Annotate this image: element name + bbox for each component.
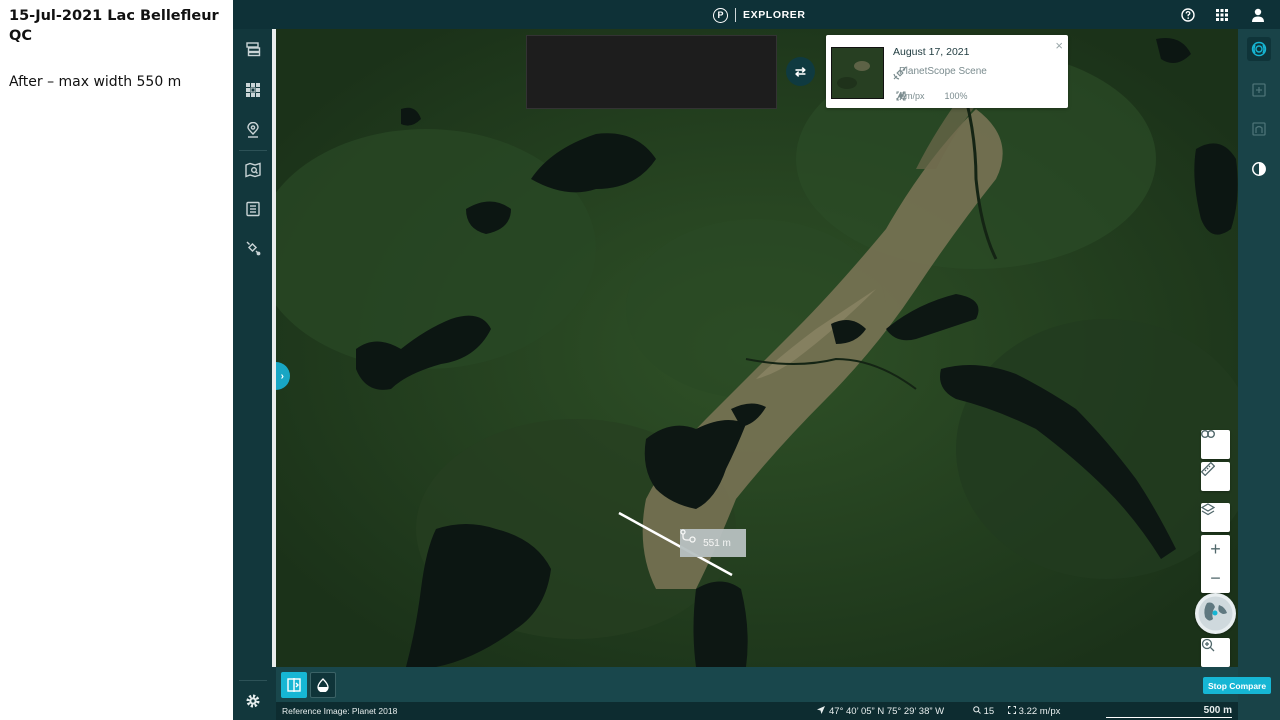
location-arrow-icon [817, 706, 825, 717]
scale-bar: 500 m [1106, 705, 1232, 718]
scene-date: August 17, 2021 [893, 46, 970, 58]
globe-icon [1198, 596, 1233, 631]
slide-caption: 15-Jul-2021 Lac Bellefleur QC After – ma… [0, 0, 233, 720]
swap-arrows-icon: ⇄ [795, 63, 806, 79]
redacted-box [526, 35, 777, 109]
explorer-app: P EXPLORER ⇄ August 17, 2021 PlanetScope… [233, 0, 1280, 720]
coordinates: 47° 40’ 05” N 75° 29’ 38” W [817, 706, 944, 717]
measure-tool-button[interactable] [1201, 462, 1230, 491]
close-icon[interactable]: × [1055, 38, 1063, 53]
analysis-icon[interactable] [1247, 117, 1271, 141]
resolution-frame-icon [1008, 706, 1019, 717]
globe-view-button[interactable] [1195, 593, 1236, 634]
nav-list-panel-icon[interactable] [243, 199, 263, 219]
map-resolution-value: 3.22 m/px [1018, 706, 1061, 717]
contrast-adjust-icon[interactable] [1247, 157, 1271, 181]
opacity-button[interactable] [310, 672, 336, 698]
brand-divider [735, 8, 736, 22]
app-name: EXPLORER [743, 9, 806, 21]
scene-thumbnail[interactable] [831, 47, 884, 99]
map-resolution: 3.22 m/px [1008, 706, 1060, 717]
satellite-map[interactable]: ⇄ August 17, 2021 PlanetScope Scene 3m/p… [276, 29, 1238, 667]
measurement-value: 551 m [703, 537, 731, 549]
stop-compare-button[interactable]: Stop Compare [1203, 677, 1272, 694]
user-account-icon[interactable] [1248, 5, 1268, 25]
zoom-controls: + − [1201, 535, 1230, 593]
satellite-imagery [276, 29, 1238, 667]
right-panel [1238, 29, 1280, 720]
scene-meta: 3m/px 100% [896, 91, 968, 101]
droplet-icon [317, 678, 329, 692]
link-icon [1201, 430, 1215, 438]
compare-mode-icon[interactable] [1247, 37, 1271, 61]
nav-layers-stack-icon[interactable] [243, 39, 263, 59]
zoom-to-area-button[interactable] [1201, 638, 1230, 667]
help-icon[interactable] [1178, 5, 1198, 25]
export-icon[interactable] [1247, 78, 1271, 102]
ruler-icon [1201, 462, 1215, 476]
scene-info-card[interactable]: August 17, 2021 PlanetScope Scene 3m/px … [826, 35, 1068, 108]
zoom-in-button[interactable]: + [1201, 535, 1230, 564]
nav-divider [239, 150, 267, 151]
status-bar: Reference Image: Planet 2018 47° 40’ 05”… [276, 702, 1238, 720]
layers-icon [1201, 503, 1215, 516]
apps-grid-icon[interactable] [1212, 5, 1232, 25]
planet-logo-icon: P [713, 7, 728, 23]
zoom-level: 15 [973, 706, 994, 717]
nav-location-pin-icon[interactable] [243, 120, 263, 140]
brand: P EXPLORER [713, 6, 806, 24]
nav-divider-bottom [239, 680, 267, 681]
split-view-icon [287, 678, 301, 692]
top-bar: P EXPLORER [233, 0, 1280, 29]
scene-type: PlanetScope Scene [893, 66, 987, 80]
scene-coverage: 100% [944, 91, 968, 101]
slide-subtitle: After – max width 550 m [9, 74, 182, 90]
zoom-out-button[interactable]: − [1201, 564, 1230, 593]
scene-type-label: PlanetScope Scene [899, 66, 987, 77]
nav-mosaic-grid-icon[interactable] [243, 80, 263, 100]
reference-image-label: Reference Image: Planet 2018 [282, 706, 398, 716]
search-icon [973, 706, 984, 717]
nav-map-search-icon[interactable] [243, 160, 263, 180]
magnifier-plus-icon [1201, 638, 1215, 652]
zoom-level-value: 15 [983, 706, 995, 717]
chevron-right-icon: › [280, 370, 284, 382]
bottom-toolbar: Stop Compare [276, 667, 1272, 702]
coordinates-value: 47° 40’ 05” N 75° 29’ 38” W [829, 706, 945, 717]
split-compare-button[interactable] [281, 672, 307, 698]
nav-tasking-satellite-icon[interactable] [243, 238, 263, 258]
settings-gear-icon[interactable] [243, 691, 263, 711]
measurement-label: 551 m [680, 529, 746, 557]
slide-title: 15-Jul-2021 Lac Bellefleur QC [9, 8, 219, 44]
left-nav [233, 29, 272, 720]
layers-button[interactable] [1201, 503, 1230, 532]
share-link-button[interactable] [1201, 430, 1230, 459]
swap-images-button[interactable]: ⇄ [786, 57, 815, 86]
